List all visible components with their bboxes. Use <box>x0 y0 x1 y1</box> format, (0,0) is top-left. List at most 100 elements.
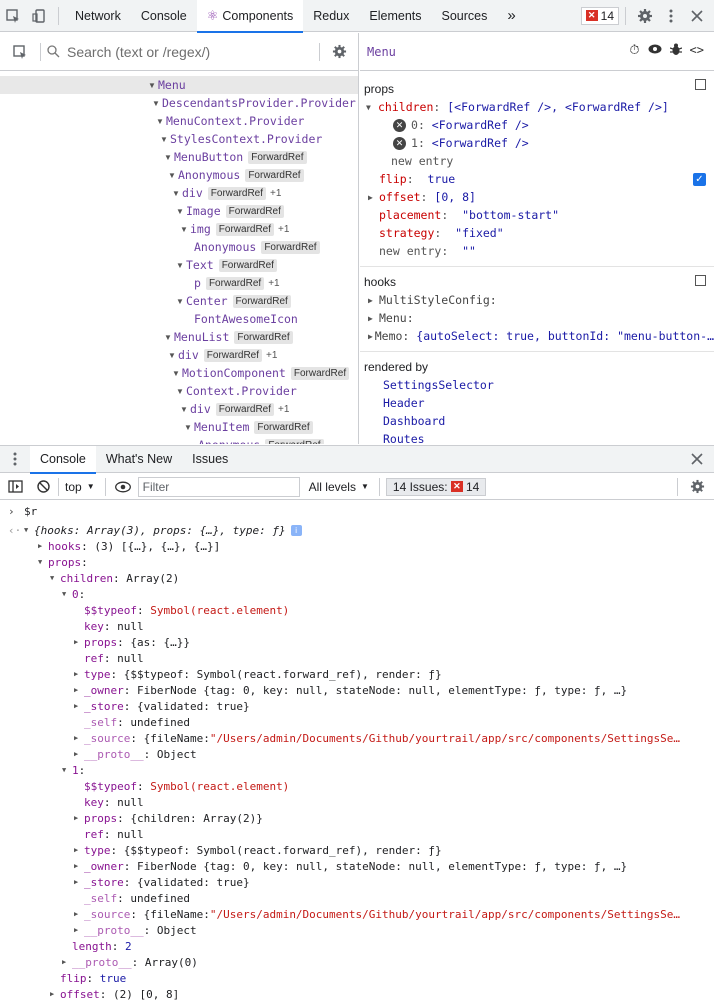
more-tabs-button[interactable]: » <box>497 0 525 32</box>
close-icon[interactable] <box>684 0 710 32</box>
hook-memo[interactable]: ▶ Memo: {autoSelect: true, buttonId: "me… <box>360 327 714 345</box>
tree-node[interactable]: ▼ Menu <box>0 76 358 94</box>
console-tree-line[interactable]: ▶ __proto__: Object <box>0 922 714 938</box>
chevron-down-icon[interactable]: ▼ <box>176 261 186 270</box>
console-tree-line[interactable]: ▶ props: {children: Array(2)} <box>0 810 714 826</box>
prop-strategy[interactable]: strategy: "fixed" <box>360 224 714 242</box>
tree-node[interactable]: ▼ MenuContext.Provider <box>0 112 358 130</box>
prop-flip[interactable]: flip: true ✓ <box>360 170 714 188</box>
rendered-by-item[interactable]: Header <box>360 394 714 412</box>
tree-node[interactable]: FontAwesomeIcon <box>0 310 358 328</box>
clear-console-icon[interactable] <box>30 471 56 503</box>
copy-icon[interactable] <box>695 275 706 286</box>
tree-node[interactable]: ▼ Text ForwardRef <box>0 256 358 274</box>
tree-node[interactable]: ▼ div ForwardRef +1 <box>0 184 358 202</box>
drawer-tab-whats-new[interactable]: What's New <box>96 446 182 473</box>
console-tree-line[interactable]: ▶ type: {$$typeof: Symbol(react.forward_r… <box>0 666 714 682</box>
prop-children[interactable]: ▼ children: [<ForwardRef />, <ForwardRef… <box>360 98 714 116</box>
console-tree-line[interactable]: ▶ __proto__: Object <box>0 746 714 762</box>
remove-icon[interactable]: ✕ <box>393 136 406 150</box>
tree-node[interactable]: ▼ Center ForwardRef <box>0 292 358 310</box>
tree-node[interactable]: ▼ img ForwardRef +1 <box>0 220 358 238</box>
chevron-down-icon[interactable]: ▼ <box>164 153 174 162</box>
gear-icon[interactable] <box>632 0 658 32</box>
tree-node[interactable]: ▼ DescendantsProvider.Provider <box>0 94 358 112</box>
tab-redux[interactable]: Redux <box>303 0 359 32</box>
tree-node[interactable]: ▼ MenuButton ForwardRef <box>0 148 358 166</box>
remove-icon[interactable]: ✕ <box>393 118 406 132</box>
tree-node[interactable]: ▼ MotionComponent ForwardRef <box>0 364 358 382</box>
rendered-by-item[interactable]: Dashboard <box>360 412 714 430</box>
tree-node[interactable]: ▼ MenuItem ForwardRef <box>0 418 358 436</box>
chevron-down-icon[interactable]: ▼ <box>176 207 186 216</box>
console-tree-line[interactable]: ▼ 0: <box>0 586 714 602</box>
chevron-down-icon[interactable]: ▼ <box>176 387 186 396</box>
bug-icon[interactable] <box>669 43 682 60</box>
prop-placement[interactable]: placement: "bottom-start" <box>360 206 714 224</box>
console-tree-line[interactable]: ▶ _source: {fileName: "/Users/admin/Docum… <box>0 906 714 922</box>
tree-node[interactable]: ▼ div ForwardRef +1 <box>0 400 358 418</box>
context-selector[interactable]: top ▼ <box>65 480 95 494</box>
chevron-down-icon[interactable]: ▼ <box>160 135 170 144</box>
drawer-tab-console[interactable]: Console <box>30 445 96 474</box>
chevron-down-icon[interactable]: ▼ <box>168 351 178 360</box>
console-tree-line[interactable]: ▼ children: Array(2) <box>0 570 714 586</box>
copy-icon[interactable] <box>695 79 706 90</box>
tab-components[interactable]: ⚛ Components <box>196 0 304 33</box>
prop-offset[interactable]: ▶ offset: [0, 8] <box>360 188 714 206</box>
console-tree-line[interactable]: ▶ __proto__: Array(0) <box>0 954 714 970</box>
tree-node[interactable]: ▼ MenuList ForwardRef <box>0 328 358 346</box>
flip-checkbox[interactable]: ✓ <box>693 172 706 186</box>
tree-node[interactable]: ▼ Context.Provider <box>0 382 358 400</box>
console-filter-input[interactable]: Filter <box>137 476 300 497</box>
console-tree-line[interactable]: ▶ _store: {validated: true} <box>0 874 714 890</box>
console-tree-line[interactable]: ▶ offset: (2) [0, 8] <box>0 986 714 1002</box>
console-tree-line[interactable]: ▶ type: {$$typeof: Symbol(react.forward_r… <box>0 842 714 858</box>
gear-icon[interactable] <box>326 36 352 68</box>
console-tree-line[interactable]: ▶ _owner: FiberNode {tag: 0, key: null, s… <box>0 858 714 874</box>
console-tree-line[interactable]: ▶ _store: {validated: true} <box>0 698 714 714</box>
prop-child-1[interactable]: ✕ 1: <ForwardRef /> <box>360 134 714 152</box>
device-toolbar-icon[interactable] <box>26 0 52 32</box>
hook-menu[interactable]: ▶ Menu: <box>360 309 714 327</box>
console-tree-line[interactable]: ▶ _source: {fileName: "/Users/admin/Docum… <box>0 730 714 746</box>
console-tree-line[interactable]: ▶ hooks: (3) [{…}, {…}, {…}] <box>0 538 714 554</box>
info-icon[interactable]: i <box>290 524 302 536</box>
chevron-down-icon[interactable]: ▼ <box>168 171 178 180</box>
chevron-down-icon[interactable]: ▼ <box>148 81 158 90</box>
kebab-menu-icon[interactable] <box>658 0 684 32</box>
rendered-by-item[interactable]: SettingsSelector <box>360 376 714 394</box>
component-search-input[interactable]: Search (text or /regex/) <box>67 44 313 60</box>
issues-button[interactable]: 14 Issues: ✕ 14 <box>385 477 487 496</box>
hook-multistyleconfig[interactable]: ▶ MultiStyleConfig: <box>360 291 714 309</box>
issues-badge[interactable]: ✕ 14 <box>580 6 619 25</box>
tree-node[interactable]: ▼ Anonymous ForwardRef <box>0 166 358 184</box>
tab-console[interactable]: Console <box>131 0 197 32</box>
select-element-icon[interactable] <box>0 36 40 68</box>
stopwatch-icon[interactable]: ⏱ <box>629 43 639 60</box>
tab-network[interactable]: Network <box>65 0 131 32</box>
new-entry-row[interactable]: new entry <box>360 152 714 170</box>
gear-icon[interactable] <box>684 471 710 503</box>
rendered-by-item[interactable]: Routes <box>360 430 714 444</box>
view-source-icon[interactable]: <> <box>690 43 704 60</box>
chevron-down-icon[interactable]: ▼ <box>156 117 166 126</box>
tree-node[interactable]: p ForwardRef +1 <box>0 274 358 292</box>
sidebar-toggle-icon[interactable] <box>0 471 30 503</box>
console-result-line[interactable]: ‹· ▼ {hooks: Array(3), props: {…}, type: ƒ… <box>0 522 714 538</box>
inspect-element-icon[interactable] <box>0 0 26 32</box>
prop-child-0[interactable]: ✕ 0: <ForwardRef /> <box>360 116 714 134</box>
console-tree-line[interactable]: ▶ _owner: FiberNode {tag: 0, key: null, s… <box>0 682 714 698</box>
tree-node[interactable]: ▼ StylesContext.Provider <box>0 130 358 148</box>
chevron-down-icon[interactable]: ▼ <box>164 333 174 342</box>
chevron-down-icon[interactable]: ▼ <box>176 297 186 306</box>
tree-node[interactable]: ▼ div ForwardRef +1 <box>0 346 358 364</box>
drawer-tab-issues[interactable]: Issues <box>182 446 238 473</box>
eye-icon[interactable] <box>112 471 134 503</box>
tree-node[interactable]: ▼ Image ForwardRef <box>0 202 358 220</box>
prop-new-entry[interactable]: new entry: "" <box>360 242 714 260</box>
tab-elements[interactable]: Elements <box>359 0 431 32</box>
tree-node[interactable]: Anonymous ForwardRef <box>0 436 358 444</box>
chevron-down-icon[interactable]: ▼ <box>172 369 182 378</box>
chevron-down-icon[interactable]: ▼ <box>172 189 182 198</box>
